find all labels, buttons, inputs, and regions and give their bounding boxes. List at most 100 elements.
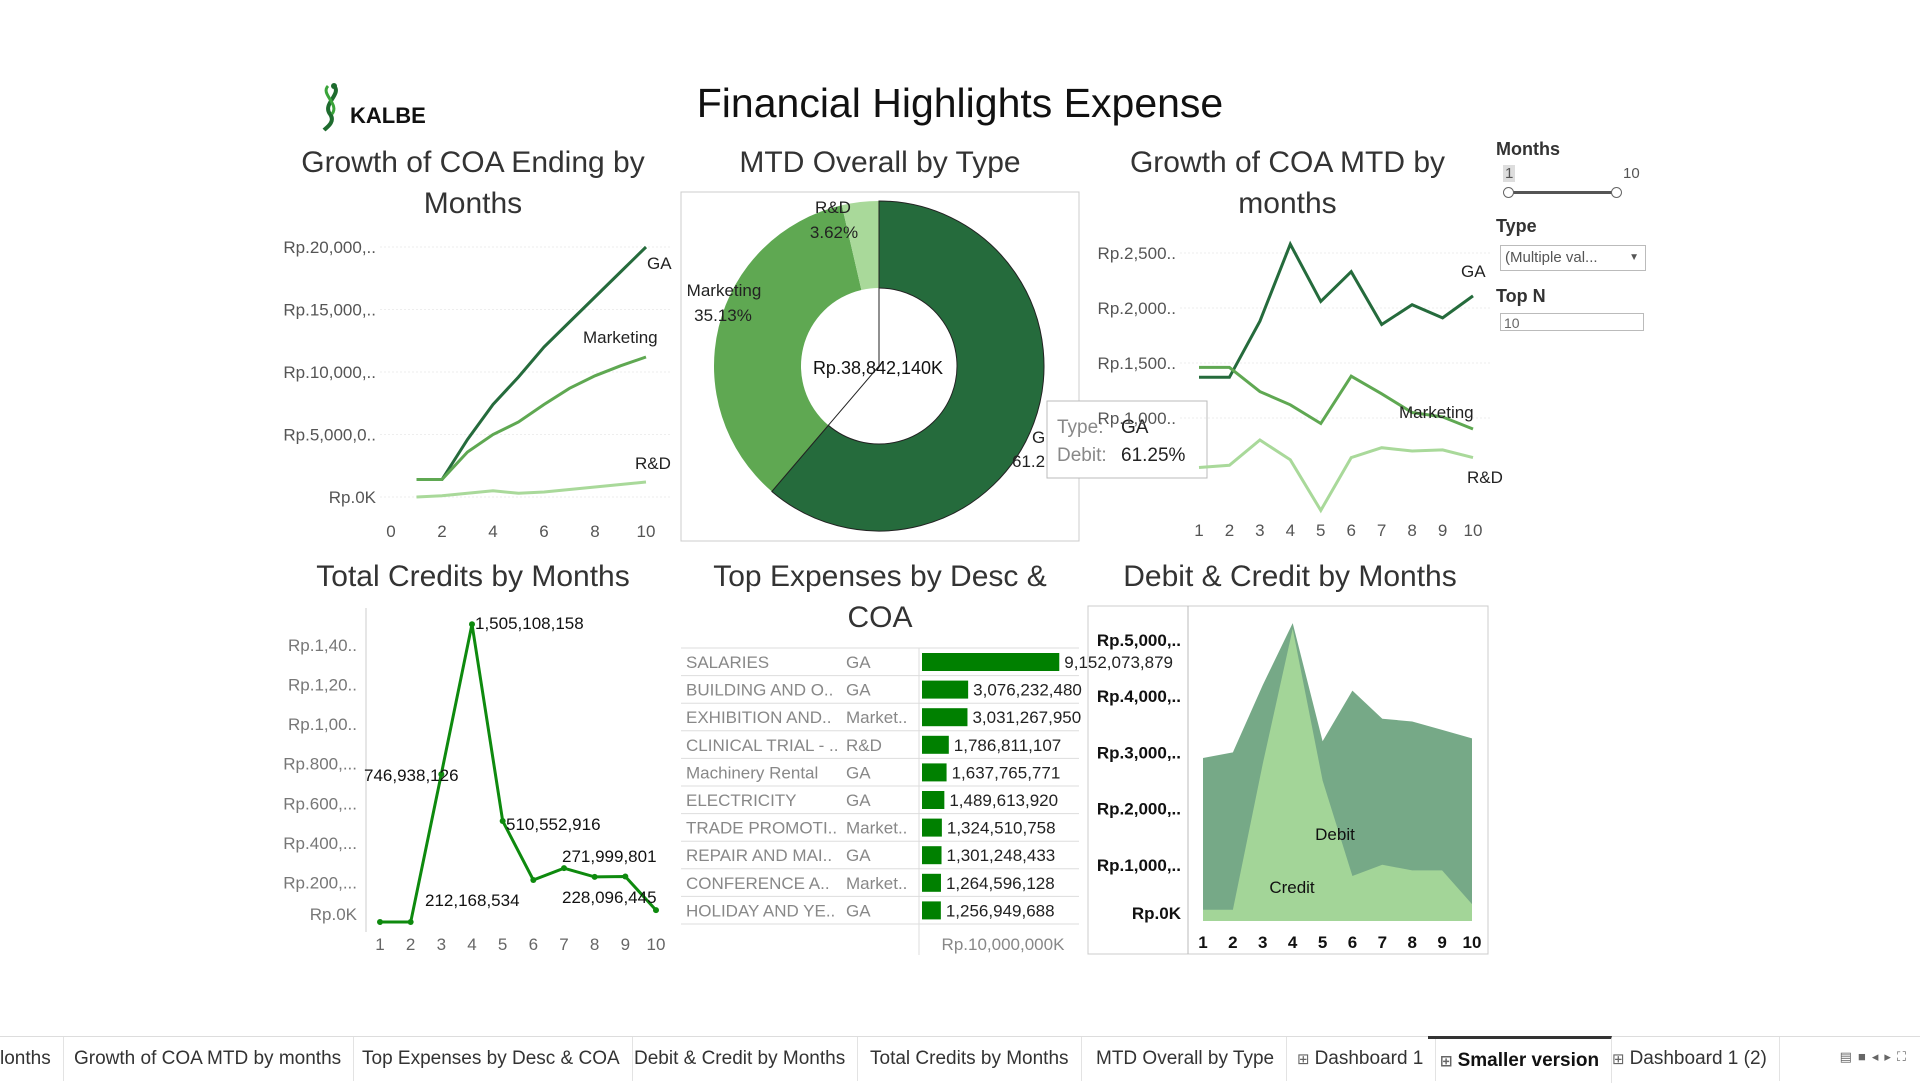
x-tick-label: 7: [1378, 933, 1387, 952]
y-tick-label: Rp.1,000..: [1098, 409, 1176, 428]
series-line-ga: [416, 245, 648, 481]
data-label: 228,096,445: [562, 888, 657, 907]
y-tick-label: Rp.1,000,..: [1097, 856, 1181, 875]
row-value: 1,637,765,771: [952, 763, 1061, 782]
x-tick-label: 5: [1316, 521, 1325, 540]
row-value: 9,152,073,879: [1064, 653, 1173, 672]
x-tick-label: 5: [498, 935, 507, 954]
expense-bar: [922, 846, 942, 865]
x-tick-label: 10: [647, 935, 666, 954]
y-tick-label: Rp.10,000,..: [283, 363, 376, 382]
data-label: 1,505,108,158: [475, 614, 584, 633]
row-value: 1,256,949,688: [946, 901, 1055, 920]
x-tick-label: 7: [559, 935, 568, 954]
sheet-tab-bar: ▤■◂▸⛶ lonths Growth of COA MTD by months T…: [0, 1036, 1920, 1083]
row-coa: Market..: [846, 708, 907, 727]
next-icon[interactable]: ▸: [1884, 1049, 1897, 1064]
sheet-tab[interactable]: ⊞ Dashboard 1 (2): [1600, 1037, 1780, 1081]
x-tick-label: 9: [1438, 521, 1447, 540]
data-label: 510,552,916: [506, 815, 601, 834]
x-tick-label: 6: [539, 522, 548, 541]
row-desc: SALARIES: [686, 653, 769, 672]
credits-point: [591, 873, 598, 880]
x-tick-label: 4: [467, 935, 476, 954]
series-label-credit: Credit: [1269, 878, 1315, 897]
x-tick-label: 2: [437, 522, 446, 541]
sheet-tab[interactable]: Debit & Credit by Months: [622, 1037, 859, 1081]
row-desc: CONFERENCE A..: [686, 874, 830, 893]
row-coa: GA: [846, 681, 871, 700]
sheet-tab[interactable]: ⊞ Smaller version: [1428, 1036, 1613, 1083]
data-label: 212,168,534: [425, 891, 520, 910]
expense-bar: [922, 680, 969, 699]
x-tick-label: 2: [406, 935, 415, 954]
slice-label-ga-pct: 61.2: [1012, 452, 1045, 471]
expense-bar: [922, 735, 949, 754]
sheet-tab[interactable]: Total Credits by Months: [858, 1037, 1082, 1081]
sheet-tab[interactable]: lonths: [0, 1037, 64, 1081]
credits-point: [499, 817, 506, 824]
dashboard-icon: ⊞: [1297, 1051, 1310, 1068]
credits-point: [561, 865, 567, 872]
expense-bar: [922, 791, 945, 809]
x-tick-label: 8: [1407, 933, 1416, 952]
expense-bar: [922, 708, 968, 727]
data-label: 746,938,126: [364, 766, 459, 785]
series-label-marketing: Marketing: [1399, 403, 1474, 422]
row-desc: HOLIDAY AND YE..: [686, 901, 835, 920]
filmstrip-icon[interactable]: ■: [1858, 1049, 1872, 1064]
sheet-tab-label: Total Credits by Months: [870, 1048, 1069, 1069]
x-tick-label: 5: [1318, 933, 1327, 952]
x-tick-label: 0: [386, 522, 395, 541]
sheet-tab-label: MTD Overall by Type: [1096, 1048, 1275, 1069]
y-tick-label: Rp.15,000,..: [283, 301, 376, 320]
y-tick-label: Rp.1,00..: [288, 715, 357, 734]
fullscreen-icon[interactable]: ⛶: [1897, 1049, 1912, 1064]
row-coa: R&D: [846, 736, 882, 755]
x-tick-label: 8: [1407, 521, 1416, 540]
x-tick-label: 8: [590, 522, 599, 541]
series-label-rnd: R&D: [1467, 468, 1503, 487]
sheet-tab[interactable]: Growth of COA MTD by months: [62, 1037, 355, 1081]
x-tick-label: 4: [1286, 521, 1295, 540]
row-coa: GA: [846, 791, 871, 810]
y-tick-label: Rp.0K: [329, 488, 377, 507]
credits-point: [407, 919, 414, 925]
y-tick-label: Rp.1,20..: [288, 676, 357, 695]
row-desc: BUILDING AND O..: [686, 681, 833, 700]
x-tick-label: 1: [375, 935, 384, 954]
x-tick-label: 1: [1198, 933, 1207, 952]
row-desc: Machinery Rental: [686, 763, 818, 782]
x-tick-label: 9: [621, 935, 630, 954]
row-value: 3,031,267,950: [972, 708, 1081, 727]
sheet-tab[interactable]: MTD Overall by Type: [1084, 1037, 1288, 1081]
x-tick-label: 4: [488, 522, 497, 541]
x-tick-label: 3: [1258, 933, 1267, 952]
credits-point: [653, 907, 659, 914]
y-tick-label: Rp.1,40..: [288, 636, 357, 655]
x-tick-label: 9: [1437, 933, 1446, 952]
tooltip-debit-value: 61.25%: [1121, 445, 1186, 466]
row-desc: CLINICAL TRIAL - ..: [686, 736, 838, 755]
x-tick-label: 3: [1255, 521, 1264, 540]
y-tick-label: Rp.20,000,..: [283, 238, 376, 257]
sheet-tab[interactable]: Top Expenses by Desc & COA: [350, 1037, 633, 1081]
sheet-tab-label: Debit & Credit by Months: [634, 1048, 846, 1069]
row-coa: Market..: [846, 874, 907, 893]
y-tick-label: Rp.5,000,0..: [283, 426, 376, 445]
x-tick-label: 6: [1348, 933, 1357, 952]
sheet-tab[interactable]: ⊞ Dashboard 1: [1285, 1037, 1437, 1081]
row-value: 3,076,232,480: [973, 681, 1082, 700]
data-label: 271,999,801: [562, 847, 657, 866]
tab-bar-controls[interactable]: ▤■◂▸⛶: [1840, 1049, 1912, 1065]
row-value: 1,786,811,107: [954, 736, 1061, 755]
slice-label-marketing-name: Marketing: [687, 281, 762, 300]
grid-icon[interactable]: ▤: [1840, 1049, 1858, 1064]
expense-bar: [922, 873, 941, 892]
y-tick-label: Rp.2,000..: [1098, 299, 1176, 318]
prev-icon[interactable]: ◂: [1872, 1049, 1885, 1064]
dashboard-icon: ⊞: [1612, 1051, 1625, 1068]
x-tick-label: 6: [1346, 521, 1355, 540]
series-label-marketing: Marketing: [583, 328, 658, 347]
y-tick-label: Rp.600,...: [283, 794, 357, 813]
